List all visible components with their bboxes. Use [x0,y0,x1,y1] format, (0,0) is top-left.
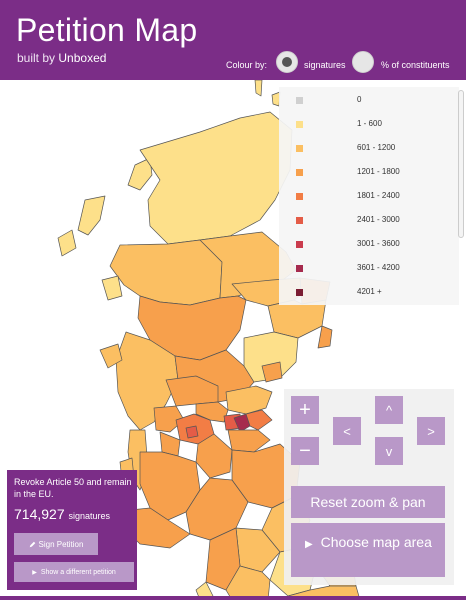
pencil-icon [29,541,35,547]
legend-item: 1201 - 1800 [279,161,459,185]
constituency-aberdeen [317,325,333,349]
legend-swatch [296,217,303,224]
legend-label: 1801 - 2400 [357,191,400,200]
legend-swatch [296,145,303,152]
reset-zoom-pan-button[interactable]: Reset zoom & pan [291,486,445,518]
show-different-petition-label: Show a different petition [40,568,116,576]
play-icon: ▶ [305,539,313,550]
legend-item: 1 - 600 [279,113,459,137]
legend-item: 1801 - 2400 [279,185,459,209]
play-icon: ▶ [32,569,37,576]
option-signatures-label[interactable]: signatures [304,60,346,70]
legend-item: 3601 - 4200 [279,257,459,281]
map-controls-panel: + − ^ < > v Reset zoom & pan ▶ Choose ma… [284,389,454,585]
legend-item: 0 [279,89,459,113]
legend-label: 0 [357,95,362,104]
legend-label: 4201 + [357,287,382,296]
legend-item: 4201 + [279,281,459,305]
legend-item: 2401 - 3000 [279,209,459,233]
legend-label: 1201 - 1800 [357,167,400,176]
constituency-glasgow-central [185,425,199,439]
show-different-petition-button[interactable]: ▶ Show a different petition [14,562,134,582]
legend-label: 1 - 600 [357,119,382,128]
pan-down-button[interactable]: v [375,437,403,465]
legend-swatch [296,169,303,176]
constituency-dundee [261,361,283,383]
constituency-isle-skye [101,275,123,301]
pan-right-button[interactable]: > [417,417,445,445]
option-percent-label[interactable]: % of constituents [381,60,450,70]
radio-signatures[interactable] [276,51,298,73]
constituency-outer-hebrides-uist [57,229,77,257]
subtitle: built by Unboxed [17,51,106,65]
legend-item: 3001 - 3600 [279,233,459,257]
constituency-ross-skye [109,239,223,306]
header-bar: Petition Map built by Unboxed Colour by:… [0,0,466,80]
petition-panel: Revoke Article 50 and remain in the EU. … [7,470,137,590]
petition-title: Revoke Article 50 and remain in the EU. [14,477,132,499]
constituency-northern-isles [254,80,263,97]
legend-swatch [296,193,303,200]
brand-link[interactable]: Unboxed [58,51,106,65]
radio-percent-constituents[interactable] [352,51,374,73]
pan-up-button[interactable]: ^ [375,396,403,424]
legend-swatch [296,241,303,248]
zoom-in-button[interactable]: + [291,396,319,424]
signature-count-value: 714,927 [14,506,65,522]
legend-panel: 0 1 - 600 601 - 1200 1201 - 1800 1801 - … [279,87,459,305]
legend-scrollbar[interactable] [458,90,464,238]
pan-left-button[interactable]: < [333,417,361,445]
choose-map-area-label: Choose map area [320,534,432,550]
choose-map-area-button[interactable]: ▶ Choose map area [291,523,445,577]
sign-petition-label: Sign Petition [38,539,84,549]
legend-swatch [296,121,303,128]
zoom-out-button[interactable]: − [291,437,319,465]
constituency-gordon [267,299,327,339]
constituency-caithness [139,111,293,245]
legend-label: 3601 - 4200 [357,263,400,272]
signature-count: 714,927 signatures [14,506,110,522]
constituency-edinburgh-east [245,409,273,431]
legend-item: 601 - 1200 [279,137,459,161]
bottom-bar [0,596,466,600]
signature-count-label: signatures [68,511,111,521]
legend-label: 601 - 1200 [357,143,396,152]
legend-label: 2401 - 3000 [357,215,400,224]
legend-swatch [296,265,303,272]
constituency-outer-hebrides-south [77,195,106,236]
app-title: Petition Map [16,12,198,48]
colour-by-label: Colour by: [226,60,268,70]
colour-by-group: Colour by: signatures % of constituents [226,48,466,78]
sign-petition-button[interactable]: Sign Petition [14,533,98,555]
legend-swatch [296,97,303,104]
subtitle-prefix: built by [17,51,56,65]
legend-label: 3001 - 3600 [357,239,400,248]
legend-swatch [296,289,303,296]
